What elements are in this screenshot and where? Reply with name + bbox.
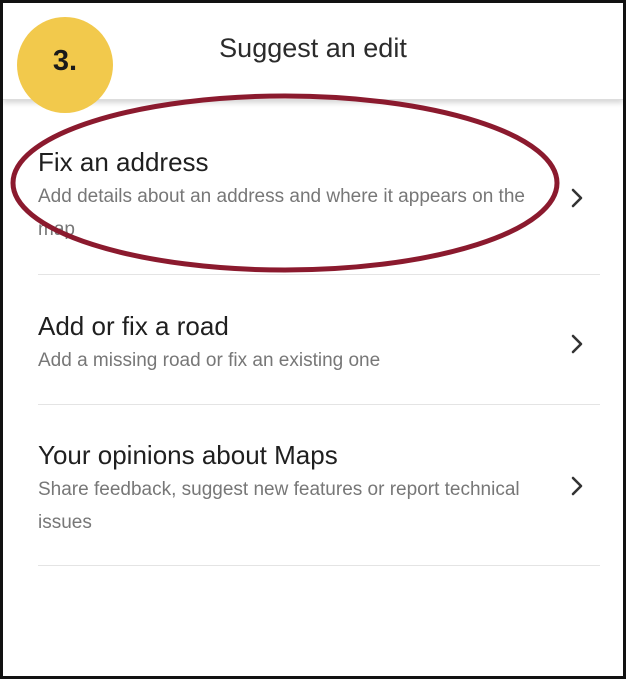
list-item-title: Fix an address <box>38 147 209 177</box>
list-item-fix-address[interactable]: Fix an address Add details about an addr… <box>38 146 600 246</box>
list-item-title: Your opinions about Maps <box>38 440 338 470</box>
list-item-description: Share feedback, suggest new features or … <box>38 479 520 533</box>
chevron-right-icon <box>571 334 583 354</box>
list-item-description: Add a missing road or fix an existing on… <box>38 350 381 371</box>
list-item-description: Add details about an address and where i… <box>38 186 525 240</box>
list-divider <box>38 404 600 405</box>
list-item-add-fix-road[interactable]: Add or fix a road Add a missing road or … <box>38 310 600 377</box>
list-divider <box>38 274 600 275</box>
chevron-right-icon <box>571 476 583 496</box>
list-divider <box>38 565 600 566</box>
screenshot-frame: Suggest an edit 3. Fix an address Add de… <box>0 0 626 679</box>
list-item-title: Add or fix a road <box>38 311 229 341</box>
chevron-right-icon <box>571 188 583 208</box>
step-badge: 3. <box>17 17 113 113</box>
list-item-opinions-maps[interactable]: Your opinions about Maps Share feedback,… <box>38 439 600 539</box>
